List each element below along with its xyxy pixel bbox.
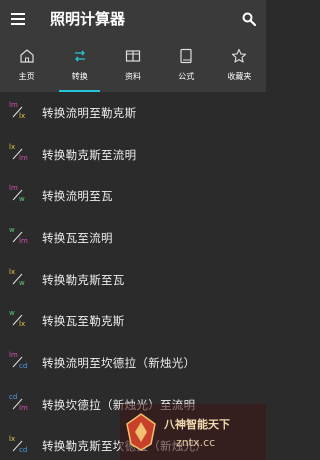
unit-conversion-icon: w lx	[0, 300, 42, 342]
conversion-label: 转换勒克斯至瓦	[42, 272, 125, 287]
unit-to: cd	[19, 362, 28, 371]
conversion-list-item[interactable]: lm cd 转换流明至坎德拉（新烛光）	[0, 342, 266, 384]
conversion-label: 转换瓦至勒克斯	[42, 314, 125, 329]
tab-label: 主页	[18, 72, 35, 81]
tab-home[interactable]: 主页	[0, 37, 53, 92]
unit-to: lm	[19, 403, 28, 412]
watermark-url: zntx.cc	[176, 436, 216, 449]
tab-label: 收藏夹	[227, 72, 252, 81]
tab-label: 公式	[178, 72, 195, 81]
tab-favorites[interactable]: 收藏夹	[213, 37, 266, 92]
tab-bar: 主页 转换 资料 公式 收藏夹	[0, 37, 266, 92]
unit-to: lx	[19, 112, 26, 120]
home-icon	[18, 47, 36, 65]
search-icon[interactable]	[232, 0, 266, 37]
unit-conversion-icon: lx w	[0, 259, 42, 301]
unit-conversion-icon: lx cd	[0, 426, 42, 460]
menu-icon[interactable]	[0, 0, 36, 37]
page-title: 照明计算器	[50, 10, 126, 28]
unit-conversion-icon: w lm	[0, 217, 42, 259]
tab-formulas[interactable]: 公式	[160, 37, 213, 92]
conversion-list-item[interactable]: w lm 转换瓦至流明	[0, 217, 266, 259]
unit-to: lm	[19, 237, 28, 246]
unit-conversion-icon: cd lm	[0, 384, 42, 426]
conversion-label: 转换流明至瓦	[42, 189, 113, 204]
watermark: 八神智能天下 zntx.cc	[120, 404, 266, 460]
unit-to: lm	[19, 153, 28, 162]
conversion-list-item[interactable]: lm lx 转换流明至勒克斯	[0, 92, 266, 134]
watermark-title: 八神智能天下	[164, 418, 230, 431]
unit-conversion-icon: lm w	[0, 175, 42, 217]
tab-convert[interactable]: 转换	[53, 37, 106, 92]
unit-to: cd	[19, 445, 28, 454]
unit-to: w	[19, 195, 25, 204]
unit-conversion-icon: lm cd	[0, 342, 42, 384]
book-icon	[177, 47, 195, 65]
unit-conversion-icon: lx lm	[0, 134, 42, 176]
tab-label: 转换	[71, 72, 88, 81]
conversion-label: 转换勒克斯至流明	[42, 147, 137, 162]
conversion-label: 转换瓦至流明	[42, 230, 113, 245]
book-open-icon	[124, 47, 142, 65]
watermark-logo-icon	[126, 413, 156, 451]
unit-to: w	[19, 278, 25, 287]
swap-icon	[71, 47, 89, 65]
star-icon	[230, 47, 248, 65]
tab-label: 资料	[125, 72, 141, 81]
tab-materials[interactable]: 资料	[106, 37, 159, 92]
conversion-list-item[interactable]: lx lm 转换勒克斯至流明	[0, 134, 266, 176]
unit-conversion-icon: lm lx	[0, 92, 42, 134]
conversion-list-item[interactable]: w lx 转换瓦至勒克斯	[0, 300, 266, 342]
conversion-label: 转换流明至坎德拉（新烛光）	[42, 355, 196, 370]
app-bar: 照明计算器	[0, 0, 266, 37]
conversion-list-item[interactable]: lm w 转换流明至瓦	[0, 175, 266, 217]
conversion-list-item[interactable]: lx w 转换勒克斯至瓦	[0, 259, 266, 301]
conversion-label: 转换流明至勒克斯	[42, 105, 137, 120]
unit-to: lx	[19, 320, 26, 329]
